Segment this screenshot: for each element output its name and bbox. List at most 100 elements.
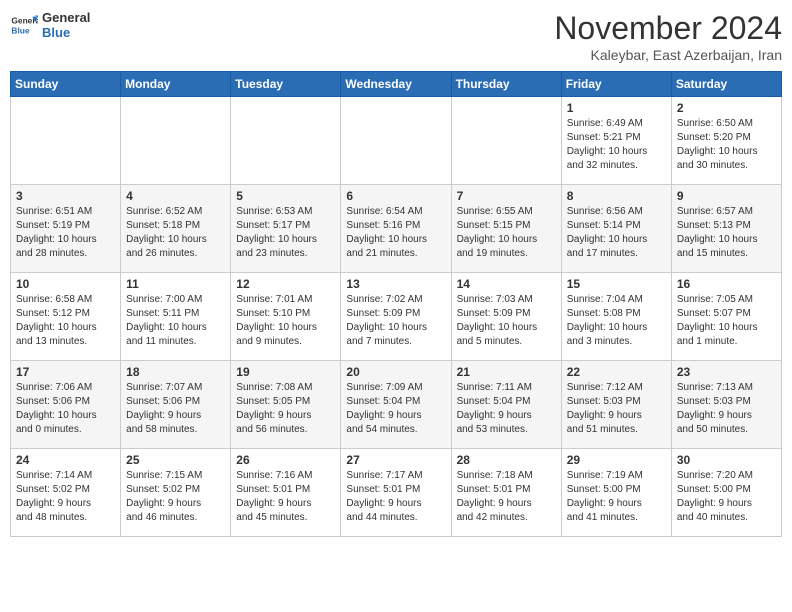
day-number: 30 (677, 453, 776, 467)
day-number: 19 (236, 365, 335, 379)
calendar-cell: 17Sunrise: 7:06 AM Sunset: 5:06 PM Dayli… (11, 361, 121, 449)
calendar-cell: 30 Sunrise: 7:20 AM Sunset: 5:00 PM Dayli… (671, 449, 781, 537)
calendar-cell: 26 Sunrise: 7:16 AM Sunset: 5:01 PM Dayli… (231, 449, 341, 537)
day-info: Sunrise: 7:12 AM Sunset: 5:03 PM Dayligh… (567, 381, 666, 437)
title-area: November 2024 Kaleybar, East Azerbaijan,… (554, 10, 782, 63)
calendar-cell: 19 Sunrise: 7:08 AM Sunset: 5:05 PM Dayli… (231, 361, 341, 449)
day-info: Sunrise: 7:06 AM Sunset: 5:06 PM Dayligh… (16, 381, 115, 437)
calendar-cell: 16Sunrise: 7:05 AM Sunset: 5:07 PM Dayli… (671, 273, 781, 361)
day-number: 29 (567, 453, 666, 467)
day-info: Sunrise: 7:04 AM Sunset: 5:08 PM Dayligh… (567, 293, 666, 349)
day-info: Sunrise: 7:14 AM Sunset: 5:02 PM Dayligh… (16, 469, 115, 525)
weekday-header-thursday: Thursday (451, 72, 561, 97)
calendar-cell (341, 97, 451, 185)
calendar-body: 1 Sunrise: 6:49 AM Sunset: 5:21 PM Daylig… (11, 97, 782, 537)
calendar-cell (121, 97, 231, 185)
day-info: Sunrise: 7:18 AM Sunset: 5:01 PM Dayligh… (457, 469, 556, 525)
calendar-cell (231, 97, 341, 185)
day-number: 13 (346, 277, 445, 291)
calendar-cell: 27 Sunrise: 7:17 AM Sunset: 5:01 PM Dayli… (341, 449, 451, 537)
calendar-cell: 7 Sunrise: 6:55 AM Sunset: 5:15 PM Daylig… (451, 185, 561, 273)
day-number: 5 (236, 189, 335, 203)
day-number: 27 (346, 453, 445, 467)
day-number: 22 (567, 365, 666, 379)
logo: General Blue General Blue (10, 10, 90, 40)
day-number: 20 (346, 365, 445, 379)
day-info: Sunrise: 6:55 AM Sunset: 5:15 PM Dayligh… (457, 205, 556, 261)
day-info: Sunrise: 7:15 AM Sunset: 5:02 PM Dayligh… (126, 469, 225, 525)
calendar-cell (451, 97, 561, 185)
day-info: Sunrise: 7:11 AM Sunset: 5:04 PM Dayligh… (457, 381, 556, 437)
calendar-cell: 10 Sunrise: 6:58 AM Sunset: 5:12 PM Dayli… (11, 273, 121, 361)
day-info: Sunrise: 6:58 AM Sunset: 5:12 PM Dayligh… (16, 293, 115, 349)
day-number: 15 (567, 277, 666, 291)
calendar-week-2: 3Sunrise: 6:51 AM Sunset: 5:19 PM Daylig… (11, 185, 782, 273)
day-number: 2 (677, 101, 776, 115)
weekday-header-tuesday: Tuesday (231, 72, 341, 97)
day-number: 24 (16, 453, 115, 467)
day-info: Sunrise: 7:19 AM Sunset: 5:00 PM Dayligh… (567, 469, 666, 525)
calendar-table: SundayMondayTuesdayWednesdayThursdayFrid… (10, 71, 782, 537)
day-info: Sunrise: 7:20 AM Sunset: 5:00 PM Dayligh… (677, 469, 776, 525)
day-number: 4 (126, 189, 225, 203)
day-info: Sunrise: 6:53 AM Sunset: 5:17 PM Dayligh… (236, 205, 335, 261)
calendar-week-5: 24 Sunrise: 7:14 AM Sunset: 5:02 PM Dayli… (11, 449, 782, 537)
day-number: 9 (677, 189, 776, 203)
calendar-week-3: 10 Sunrise: 6:58 AM Sunset: 5:12 PM Dayli… (11, 273, 782, 361)
day-number: 14 (457, 277, 556, 291)
weekday-header-friday: Friday (561, 72, 671, 97)
day-number: 1 (567, 101, 666, 115)
calendar-cell: 21 Sunrise: 7:11 AM Sunset: 5:04 PM Dayli… (451, 361, 561, 449)
day-info: Sunrise: 7:17 AM Sunset: 5:01 PM Dayligh… (346, 469, 445, 525)
calendar-cell: 9 Sunrise: 6:57 AM Sunset: 5:13 PM Daylig… (671, 185, 781, 273)
calendar-cell: 1 Sunrise: 6:49 AM Sunset: 5:21 PM Daylig… (561, 97, 671, 185)
day-info: Sunrise: 6:51 AM Sunset: 5:19 PM Dayligh… (16, 205, 115, 261)
day-info: Sunrise: 7:02 AM Sunset: 5:09 PM Dayligh… (346, 293, 445, 349)
day-info: Sunrise: 7:01 AM Sunset: 5:10 PM Dayligh… (236, 293, 335, 349)
calendar-week-4: 17Sunrise: 7:06 AM Sunset: 5:06 PM Dayli… (11, 361, 782, 449)
calendar-header: SundayMondayTuesdayWednesdayThursdayFrid… (11, 72, 782, 97)
day-info: Sunrise: 7:08 AM Sunset: 5:05 PM Dayligh… (236, 381, 335, 437)
logo-line1: General (42, 10, 90, 25)
day-info: Sunrise: 7:07 AM Sunset: 5:06 PM Dayligh… (126, 381, 225, 437)
calendar-cell: 23 Sunrise: 7:13 AM Sunset: 5:03 PM Dayli… (671, 361, 781, 449)
day-number: 21 (457, 365, 556, 379)
calendar-cell: 20 Sunrise: 7:09 AM Sunset: 5:04 PM Dayli… (341, 361, 451, 449)
calendar-cell: 3Sunrise: 6:51 AM Sunset: 5:19 PM Daylig… (11, 185, 121, 273)
day-info: Sunrise: 7:09 AM Sunset: 5:04 PM Dayligh… (346, 381, 445, 437)
calendar-cell: 5 Sunrise: 6:53 AM Sunset: 5:17 PM Daylig… (231, 185, 341, 273)
day-number: 23 (677, 365, 776, 379)
calendar-cell: 25Sunrise: 7:15 AM Sunset: 5:02 PM Dayli… (121, 449, 231, 537)
day-number: 16 (677, 277, 776, 291)
location-subtitle: Kaleybar, East Azerbaijan, Iran (554, 47, 782, 63)
page-header: General Blue General Blue November 2024 … (10, 10, 782, 63)
day-info: Sunrise: 7:13 AM Sunset: 5:03 PM Dayligh… (677, 381, 776, 437)
day-number: 10 (16, 277, 115, 291)
calendar-cell: 29 Sunrise: 7:19 AM Sunset: 5:00 PM Dayli… (561, 449, 671, 537)
day-number: 28 (457, 453, 556, 467)
day-info: Sunrise: 7:16 AM Sunset: 5:01 PM Dayligh… (236, 469, 335, 525)
day-info: Sunrise: 6:52 AM Sunset: 5:18 PM Dayligh… (126, 205, 225, 261)
calendar-week-1: 1 Sunrise: 6:49 AM Sunset: 5:21 PM Daylig… (11, 97, 782, 185)
calendar-cell: 14 Sunrise: 7:03 AM Sunset: 5:09 PM Dayli… (451, 273, 561, 361)
calendar-cell: 18 Sunrise: 7:07 AM Sunset: 5:06 PM Dayli… (121, 361, 231, 449)
day-info: Sunrise: 6:57 AM Sunset: 5:13 PM Dayligh… (677, 205, 776, 261)
day-info: Sunrise: 7:03 AM Sunset: 5:09 PM Dayligh… (457, 293, 556, 349)
calendar-cell: 28 Sunrise: 7:18 AM Sunset: 5:01 PM Dayli… (451, 449, 561, 537)
weekday-header-monday: Monday (121, 72, 231, 97)
calendar-cell: 15 Sunrise: 7:04 AM Sunset: 5:08 PM Dayli… (561, 273, 671, 361)
logo-line2: Blue (42, 25, 90, 40)
day-number: 11 (126, 277, 225, 291)
day-number: 18 (126, 365, 225, 379)
calendar-cell: 8Sunrise: 6:56 AM Sunset: 5:14 PM Daylig… (561, 185, 671, 273)
weekday-header-sunday: Sunday (11, 72, 121, 97)
day-number: 26 (236, 453, 335, 467)
weekday-header-wednesday: Wednesday (341, 72, 451, 97)
day-number: 6 (346, 189, 445, 203)
calendar-cell: 2 Sunrise: 6:50 AM Sunset: 5:20 PM Daylig… (671, 97, 781, 185)
weekday-header-saturday: Saturday (671, 72, 781, 97)
day-info: Sunrise: 6:49 AM Sunset: 5:21 PM Dayligh… (567, 117, 666, 173)
day-number: 7 (457, 189, 556, 203)
day-info: Sunrise: 6:50 AM Sunset: 5:20 PM Dayligh… (677, 117, 776, 173)
day-info: Sunrise: 6:56 AM Sunset: 5:14 PM Dayligh… (567, 205, 666, 261)
